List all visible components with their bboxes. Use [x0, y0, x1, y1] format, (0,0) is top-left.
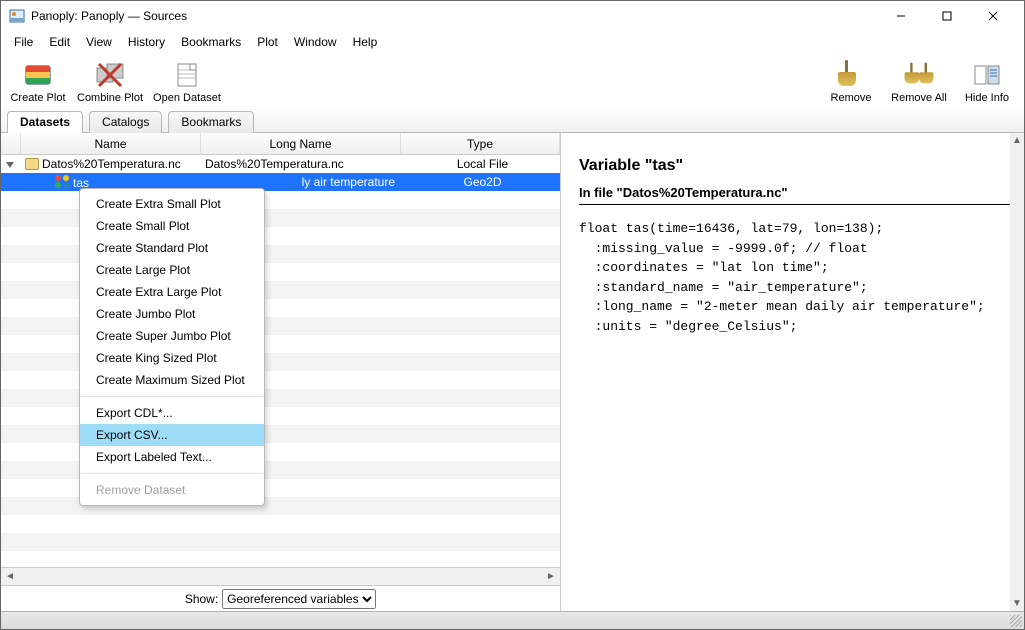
hide-info-icon [972, 60, 1002, 90]
app-icon [9, 8, 25, 24]
context-menu-item[interactable]: Create Maximum Sized Plot [80, 369, 264, 391]
show-label: Show: [185, 592, 218, 606]
menu-window[interactable]: Window [287, 33, 344, 51]
context-menu-item: Remove Dataset [80, 479, 264, 501]
toolbar: Create Plot Combine Plot Open Dataset Re… [1, 53, 1024, 109]
close-button[interactable] [970, 1, 1016, 31]
context-menu: Create Extra Small PlotCreate Small Plot… [79, 188, 265, 506]
remove-label: Remove [831, 92, 872, 104]
horizontal-scrollbar[interactable]: ◄ ► [1, 567, 560, 585]
context-menu-item[interactable]: Export CSV... [80, 424, 264, 446]
menu-bookmarks[interactable]: Bookmarks [174, 33, 248, 51]
resize-grip-icon[interactable] [1010, 615, 1022, 627]
status-bar [1, 611, 1024, 629]
scroll-down-icon[interactable]: ▼ [1010, 598, 1024, 609]
open-dataset-button[interactable]: Open Dataset [153, 60, 221, 104]
col-longname[interactable]: Long Name [201, 133, 401, 154]
info-heading: Variable "tas" [579, 157, 1012, 175]
title-bar: Panoply: Panoply — Sources [1, 1, 1024, 31]
menu-edit[interactable]: Edit [42, 33, 77, 51]
col-type[interactable]: Type [401, 133, 560, 154]
context-menu-item[interactable]: Create Extra Large Plot [80, 281, 264, 303]
show-bar: Show: Georeferenced variables [1, 585, 560, 611]
hide-info-button[interactable]: Hide Info [958, 60, 1016, 104]
tree-body[interactable]: Datos%20Temperatura.nc Datos%20Temperatu… [1, 155, 560, 567]
minimize-button[interactable] [878, 1, 924, 31]
create-plot-icon [23, 60, 53, 90]
menu-view[interactable]: View [79, 33, 119, 51]
variable-icon [55, 175, 69, 187]
datasets-pane: Name Long Name Type Datos%20Temperatura.… [1, 133, 561, 611]
hide-info-label: Hide Info [965, 92, 1009, 104]
remove-all-label: Remove All [891, 92, 947, 104]
window-title: Panoply: Panoply — Sources [31, 9, 878, 23]
context-menu-item[interactable]: Create Jumbo Plot [80, 303, 264, 325]
scroll-right-icon[interactable]: ► [542, 571, 560, 582]
remove-all-icon [904, 60, 934, 90]
context-menu-item[interactable]: Export Labeled Text... [80, 446, 264, 468]
open-dataset-icon [172, 60, 202, 90]
show-select[interactable]: Georeferenced variables [222, 589, 376, 609]
file-type: Local File [401, 157, 560, 171]
create-plot-button[interactable]: Create Plot [9, 60, 67, 104]
col-name[interactable]: Name [21, 133, 201, 154]
context-menu-item[interactable]: Create Small Plot [80, 215, 264, 237]
context-menu-item[interactable]: Create Large Plot [80, 259, 264, 281]
open-dataset-label: Open Dataset [153, 92, 221, 104]
combine-plot-icon [95, 60, 125, 90]
menu-plot[interactable]: Plot [250, 33, 285, 51]
menu-bar: File Edit View History Bookmarks Plot Wi… [1, 31, 1024, 53]
context-menu-item[interactable]: Create King Sized Plot [80, 347, 264, 369]
tab-catalogs[interactable]: Catalogs [89, 111, 162, 133]
context-menu-item[interactable]: Create Super Jumbo Plot [80, 325, 264, 347]
info-subheading: In file "Datos%20Temperatura.nc" [579, 185, 1012, 205]
vertical-scrollbar[interactable]: ▲ ▼ [1010, 133, 1024, 611]
file-longname: Datos%20Temperatura.nc [201, 157, 401, 171]
file-name: Datos%20Temperatura.nc [42, 157, 181, 171]
create-plot-label: Create Plot [10, 92, 65, 104]
maximize-button[interactable] [924, 1, 970, 31]
scroll-left-icon[interactable]: ◄ [1, 571, 19, 582]
column-headers: Name Long Name Type [1, 133, 560, 155]
remove-icon [836, 60, 866, 90]
tree-row-file[interactable]: Datos%20Temperatura.nc Datos%20Temperatu… [1, 155, 560, 173]
combine-plot-label: Combine Plot [77, 92, 143, 104]
col-disclosure[interactable] [1, 133, 21, 154]
scroll-up-icon[interactable]: ▲ [1010, 135, 1024, 146]
tab-datasets[interactable]: Datasets [7, 111, 83, 133]
info-pane: Variable "tas" In file "Datos%20Temperat… [561, 133, 1024, 611]
menu-history[interactable]: History [121, 33, 172, 51]
context-menu-item[interactable]: Create Standard Plot [80, 237, 264, 259]
tab-strip: Datasets Catalogs Bookmarks [1, 109, 1024, 133]
tab-bookmarks[interactable]: Bookmarks [168, 111, 254, 133]
file-icon [25, 158, 39, 170]
menu-file[interactable]: File [7, 33, 40, 51]
menu-help[interactable]: Help [346, 33, 385, 51]
context-menu-item[interactable]: Export CDL*... [80, 402, 264, 424]
variable-longname: ly air temperature [201, 175, 401, 189]
info-code: float tas(time=16436, lat=79, lon=138); … [579, 219, 1012, 336]
variable-type: Geo2D [401, 175, 560, 189]
context-menu-item[interactable]: Create Extra Small Plot [80, 193, 264, 215]
remove-all-button[interactable]: Remove All [890, 60, 948, 104]
remove-button[interactable]: Remove [822, 60, 880, 104]
disclosure-triangle-icon[interactable] [6, 162, 14, 168]
combine-plot-button[interactable]: Combine Plot [77, 60, 143, 104]
